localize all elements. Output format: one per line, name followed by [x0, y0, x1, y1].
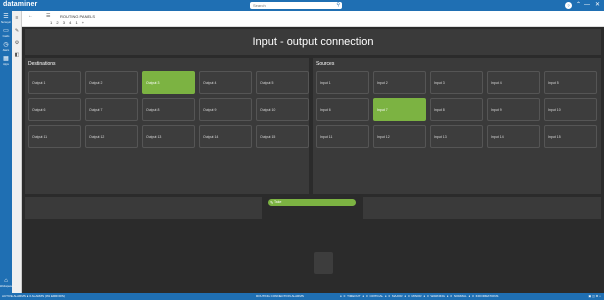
tool-strip: ≡ ✎ ⚙ ◧ — [12, 11, 22, 293]
destinations-title: Destinations — [28, 61, 56, 67]
destination-tile[interactable]: Output 8 — [142, 98, 195, 121]
status-right: ● 0 TIMEOUT ● 0 CRITICAL ● 0 MAJOR ● 0 M… — [340, 294, 499, 298]
search-placeholder: Search — [253, 3, 266, 8]
take-label: Take — [274, 200, 282, 204]
app-window: dataminer Search ⚲ ? ⌃ — ✕ ☰ Surveyor ▭ … — [0, 0, 604, 300]
tray-icons[interactable]: ▣ ◫ ⚙ ⌂ — [588, 293, 601, 300]
edit-icon[interactable]: ✎ — [13, 27, 21, 35]
minimize-button[interactable]: — — [584, 1, 590, 10]
workspace-icon: ⌂ — [4, 278, 8, 284]
chevron-up-icon[interactable]: ⌃ — [576, 1, 581, 10]
source-tile[interactable]: Input 11 — [316, 125, 369, 148]
source-tile[interactable]: Input 3 — [430, 71, 483, 94]
sidebar-item-label: Workspace — [0, 285, 13, 288]
page-title: Input - output connection — [25, 29, 601, 55]
main-content: Input - output connection Destinations O… — [22, 27, 604, 293]
sources-grid: Input 1 Input 2 Input 3 Input 4 Input 5 Input… — [316, 71, 597, 148]
search-input[interactable]: Search ⚲ — [250, 2, 342, 9]
breadcrumb-title[interactable]: ROUTING PANELS — [60, 14, 95, 19]
sources-title: Sources — [316, 61, 335, 67]
source-tile[interactable]: Input 1 — [316, 71, 369, 94]
status-center: ROUTING CONNECTION ALARMS — [256, 294, 304, 298]
search-icon[interactable]: ⚲ — [336, 3, 340, 8]
destination-tile[interactable]: Output 13 — [142, 125, 195, 148]
page-tabs: 1 2 3 4 1 + — [50, 20, 87, 25]
destination-tile[interactable]: Output 3 — [142, 71, 195, 94]
top-bar: dataminer Search ⚲ ? ⌃ — ✕ — [0, 0, 604, 11]
sidebar-item-cards[interactable]: ▭ Cards — [0, 27, 12, 39]
destination-tile[interactable]: Output 1 — [28, 71, 81, 94]
source-tile[interactable]: Input 13 — [430, 125, 483, 148]
take-icon: ✎ — [270, 200, 274, 205]
sources-panel: Sources Input 1 Input 2 Input 3 Input 4 Inpu… — [313, 58, 601, 194]
lower-right-panel — [363, 197, 601, 219]
status-left: ACTIVE ALARMS ● 0 ALARMS (0% ERRORS) — [2, 294, 65, 298]
destination-tile[interactable]: Output 5 — [256, 71, 309, 94]
destination-tile[interactable]: Output 10 — [256, 98, 309, 121]
source-tile[interactable]: Input 15 — [544, 125, 597, 148]
source-tile[interactable]: Input 6 — [316, 98, 369, 121]
apps-icon: ▦ — [3, 56, 9, 62]
destination-tile[interactable]: Output 7 — [85, 98, 138, 121]
close-button[interactable]: ✕ — [595, 1, 600, 10]
sidebar-item-alarm[interactable]: ◷ Alarm — [0, 41, 12, 53]
sidebar-item-apps[interactable]: ▦ Apps — [0, 55, 12, 67]
page-tab[interactable]: 4 — [69, 20, 71, 25]
destinations-grid: Output 1 Output 2 Output 3 Output 4 Output 5… — [28, 71, 309, 148]
sidebar-item-label: Apps — [3, 63, 9, 66]
source-tile[interactable]: Input 5 — [544, 71, 597, 94]
alarm-icon: ◷ — [3, 42, 9, 48]
layers-icon[interactable]: ◧ — [13, 51, 21, 59]
sidebar-item-label: Cards — [2, 35, 10, 38]
destination-tile[interactable]: Output 9 — [199, 98, 252, 121]
sidebar-item-surveyor[interactable]: ☰ Surveyor — [0, 13, 12, 25]
settings-icon[interactable]: ⚙ — [13, 39, 21, 47]
page-tab[interactable]: 1 — [75, 20, 77, 25]
empty-tile — [314, 252, 333, 274]
sidebar-item-label: Alarm — [2, 49, 10, 52]
sidebar-item-workspace[interactable]: ⌂ Workspace — [0, 277, 12, 289]
source-tile[interactable]: Input 2 — [373, 71, 426, 94]
lower-left-panel — [25, 197, 262, 219]
cards-icon: ▭ — [3, 28, 9, 34]
sidebar-item-label: Surveyor — [0, 21, 11, 24]
source-tile[interactable]: Input 9 — [487, 98, 540, 121]
destinations-panel: Destinations Output 1 Output 2 Output 3 Out… — [25, 58, 309, 194]
user-avatar[interactable]: ? — [565, 2, 572, 9]
source-tile[interactable]: Input 4 — [487, 71, 540, 94]
status-bar: ACTIVE ALARMS ● 0 ALARMS (0% ERRORS) ROU… — [0, 293, 604, 300]
page-list-icon[interactable]: ☰ — [46, 13, 50, 19]
page-tab[interactable]: 2 — [56, 20, 58, 25]
source-tile[interactable]: Input 7 — [373, 98, 426, 121]
destination-tile[interactable]: Output 6 — [28, 98, 81, 121]
hamburger-icon[interactable]: ≡ — [13, 14, 21, 22]
destination-tile[interactable]: Output 14 — [199, 125, 252, 148]
page-tab[interactable]: 3 — [63, 20, 65, 25]
destination-tile[interactable]: Output 12 — [85, 125, 138, 148]
breadcrumb: ← ☰ ROUTING PANELS 1 2 3 4 1 + — [22, 11, 604, 27]
app-logo: dataminer — [3, 1, 38, 8]
destination-tile[interactable]: Output 11 — [28, 125, 81, 148]
source-tile[interactable]: Input 14 — [487, 125, 540, 148]
sidebar: ☰ Surveyor ▭ Cards ◷ Alarm ▦ Apps ⌂ Work… — [0, 11, 12, 293]
take-button[interactable]: ✎ Take — [268, 199, 356, 206]
page-tab[interactable]: 1 — [50, 20, 52, 25]
destination-tile[interactable]: Output 15 — [256, 125, 309, 148]
tree-icon: ☰ — [3, 14, 9, 20]
source-tile[interactable]: Input 10 — [544, 98, 597, 121]
source-tile[interactable]: Input 12 — [373, 125, 426, 148]
destination-tile[interactable]: Output 4 — [199, 71, 252, 94]
back-icon[interactable]: ← — [28, 13, 33, 19]
destination-tile[interactable]: Output 2 — [85, 71, 138, 94]
add-page-button[interactable]: + — [82, 20, 84, 25]
source-tile[interactable]: Input 8 — [430, 98, 483, 121]
